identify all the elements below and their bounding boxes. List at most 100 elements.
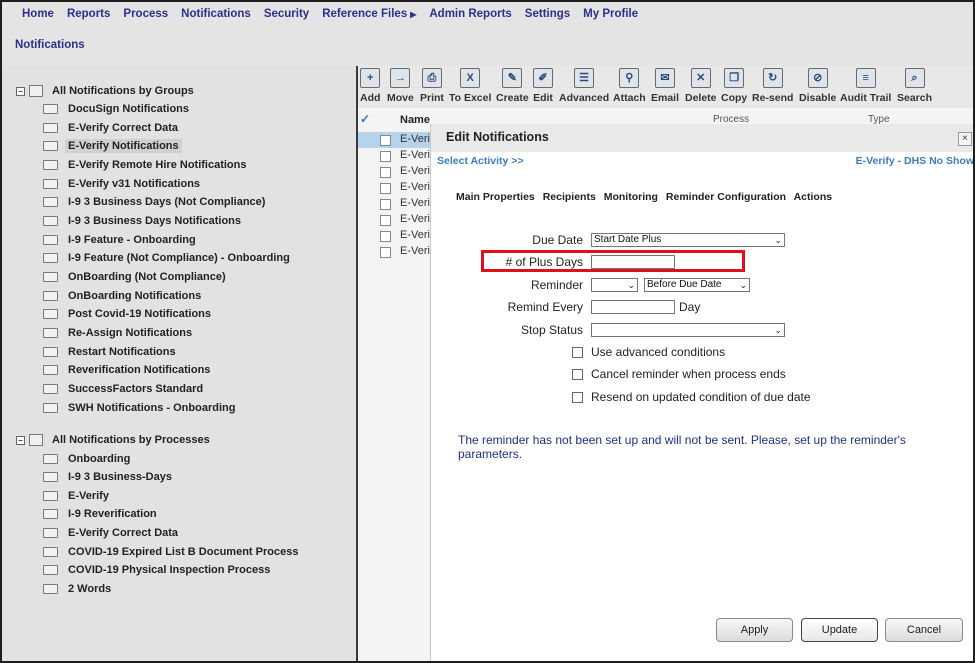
tab-recipients[interactable]: Recipients (543, 191, 596, 203)
tree-item[interactable]: OnBoarding Notifications (43, 288, 204, 304)
row-checkbox[interactable] (380, 215, 391, 226)
collapse-icon[interactable]: − (16, 435, 25, 445)
tree-item[interactable]: I-9 Reverification (43, 506, 160, 522)
tree-item[interactable]: SWH Notifications - Onboarding (43, 400, 238, 416)
stop-status-select[interactable]: ⌄ (591, 323, 785, 337)
dialog-header[interactable]: Edit Notifications × (431, 124, 973, 152)
tree-item[interactable]: Re-Assign Notifications (43, 325, 195, 341)
tree-item[interactable]: E-Verify (43, 488, 112, 504)
collapse-icon[interactable]: − (16, 86, 25, 96)
menu-admin-reports[interactable]: Admin Reports (429, 8, 511, 20)
menu-home[interactable]: Home (22, 8, 54, 20)
row-checkbox[interactable] (380, 135, 391, 146)
move-button[interactable]: → Move (387, 68, 414, 104)
menu-reference-files[interactable]: Reference Files ▶ (322, 8, 416, 20)
remind-every-input[interactable] (591, 300, 675, 314)
tree-item[interactable]: I-9 Feature - Onboarding (43, 232, 199, 248)
edit-button[interactable]: ✐ Edit (533, 68, 553, 104)
tree-item[interactable]: I-9 3 Business-Days (43, 469, 175, 485)
tree-item[interactable]: Restart Notifications (43, 344, 179, 360)
tree-item[interactable]: Reverification Notifications (43, 362, 213, 378)
cancel-reminder-checkbox[interactable] (572, 369, 583, 380)
tree-root-processes[interactable]: − All Notifications by Processes (16, 432, 213, 448)
row-checkbox[interactable] (380, 183, 391, 194)
tree-item[interactable]: I-9 3 Business Days Notifications (43, 213, 244, 229)
resend-on-update-checkbox[interactable] (572, 392, 583, 403)
tree-item[interactable]: I-9 Feature (Not Compliance) - Onboardin… (43, 250, 293, 266)
reminder-when-select[interactable]: Before Due Date ⌄ (644, 278, 750, 292)
table-row[interactable]: E-Veri (358, 196, 433, 212)
notification-icon (43, 104, 58, 114)
tree-item[interactable]: COVID-19 Expired List B Document Process (43, 544, 301, 560)
column-name-header[interactable]: Name (400, 114, 430, 126)
table-row[interactable]: E-Veri (358, 212, 433, 228)
audit-trail-button[interactable]: ≡ Audit Trail (840, 68, 891, 104)
tab-actions[interactable]: Actions (794, 191, 833, 203)
reminder-when-value: Before Due Date (647, 279, 722, 290)
tree-item[interactable]: DocuSign Notifications (43, 101, 192, 117)
tree-item[interactable]: COVID-19 Physical Inspection Process (43, 562, 273, 578)
select-activity-link[interactable]: Select Activity >> (437, 155, 524, 167)
update-button[interactable]: Update (801, 618, 878, 642)
row-checkbox[interactable] (380, 199, 391, 210)
row-checkbox[interactable] (380, 231, 391, 242)
tree-item-selected[interactable]: E-Verify Notifications (43, 138, 182, 154)
tree-item-label: E-Verify Correct Data (68, 122, 179, 134)
tree-item[interactable]: Post Covid-19 Notifications (43, 306, 214, 322)
apply-button[interactable]: Apply (716, 618, 793, 642)
create-button[interactable]: ✎ Create (496, 68, 529, 104)
table-row[interactable]: E-Veri (358, 148, 433, 164)
caret-right-icon: ▶ (410, 10, 417, 19)
table-row[interactable]: E-Veri (358, 132, 433, 148)
close-icon[interactable]: × (958, 132, 972, 146)
disable-button[interactable]: ⊘ Disable (799, 68, 836, 104)
tree-item-label: SuccessFactors Standard (68, 383, 204, 395)
menu-my-profile[interactable]: My Profile (583, 8, 638, 20)
folder-move-icon: → (390, 68, 411, 88)
table-row[interactable]: E-Veri (358, 228, 433, 244)
use-advanced-conditions-checkbox[interactable] (572, 347, 583, 358)
reminder-select[interactable]: ⌄ (591, 278, 638, 292)
row-checkbox[interactable] (380, 151, 391, 162)
tree-root-groups[interactable]: − All Notifications by Groups (16, 83, 197, 99)
tree-item[interactable]: OnBoarding (Not Compliance) (43, 269, 229, 285)
tree-item-label: I-9 Feature - Onboarding (68, 234, 196, 246)
table-row[interactable]: E-Veri (358, 180, 433, 196)
search-label: Search (897, 92, 933, 104)
email-button[interactable]: ✉ Email (651, 68, 679, 104)
advanced-button[interactable]: ☰ Advanced (559, 68, 609, 104)
add-button[interactable]: + Add (360, 68, 380, 104)
menu-process[interactable]: Process (123, 8, 168, 20)
tree-item[interactable]: E-Verify Correct Data (43, 525, 181, 541)
to-excel-button[interactable]: X To Excel (449, 68, 491, 104)
tree-item[interactable]: E-Verify Correct Data (43, 120, 181, 136)
tree-item[interactable]: E-Verify Remote Hire Notifications (43, 157, 250, 173)
tree-item-label: E-Verify (68, 490, 109, 502)
print-button[interactable]: ⎙ Print (420, 68, 444, 104)
search-button[interactable]: ⌕ Search (897, 68, 932, 104)
select-all-check-icon[interactable]: ✓ (360, 112, 370, 126)
tab-main-properties[interactable]: Main Properties (456, 191, 535, 203)
resend-button[interactable]: ↻ Re-send (752, 68, 793, 104)
tab-reminder-configuration[interactable]: Reminder Configuration (666, 191, 786, 203)
tree-item[interactable]: 2 Words (43, 581, 114, 597)
table-row[interactable]: E-Veri (358, 244, 433, 260)
attach-button[interactable]: ⚲ Attach (613, 68, 646, 104)
tree-item[interactable]: SuccessFactors Standard (43, 381, 206, 397)
menu-settings[interactable]: Settings (525, 8, 570, 20)
row-checkbox[interactable] (380, 167, 391, 178)
tree-item[interactable]: E-Verify v31 Notifications (43, 176, 203, 192)
due-date-select[interactable]: Start Date Plus ⌄ (591, 233, 785, 247)
tree-item[interactable]: I-9 3 Business Days (Not Compliance) (43, 194, 268, 210)
row-checkbox[interactable] (380, 247, 391, 258)
delete-button[interactable]: ✕ Delete (685, 68, 717, 104)
attach-label: Attach (613, 92, 646, 104)
menu-security[interactable]: Security (264, 8, 309, 20)
cancel-button[interactable]: Cancel (885, 618, 963, 642)
table-row[interactable]: E-Veri (358, 164, 433, 180)
tree-item[interactable]: Onboarding (43, 451, 133, 467)
tab-monitoring[interactable]: Monitoring (604, 191, 658, 203)
menu-reports[interactable]: Reports (67, 8, 110, 20)
menu-notifications[interactable]: Notifications (181, 8, 251, 20)
copy-button[interactable]: ❐ Copy (721, 68, 747, 104)
